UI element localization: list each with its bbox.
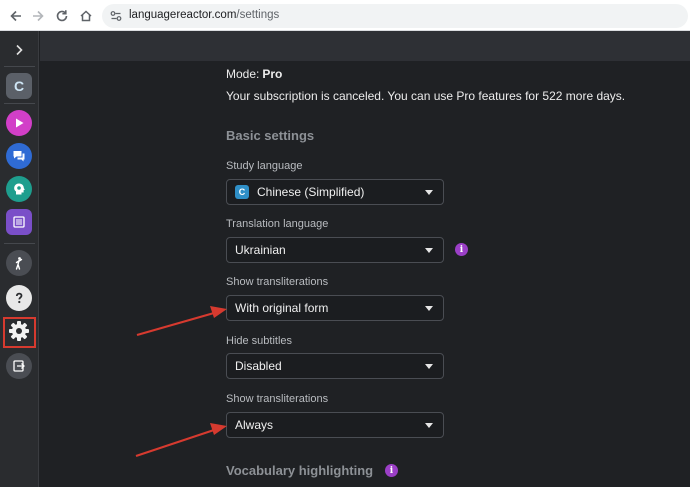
show-transliterations-2-value: Always xyxy=(235,418,274,432)
translation-language-label: Translation language xyxy=(226,218,329,230)
forward-arrow-icon[interactable] xyxy=(28,6,48,26)
chat-bubbles-icon xyxy=(6,143,32,169)
address-bar[interactable]: languagereactor.com/settings xyxy=(102,4,688,28)
logout-button[interactable] xyxy=(5,352,33,380)
dropdown-caret-icon xyxy=(425,423,433,428)
sidebar-divider xyxy=(4,103,35,104)
browser-toolbar: languagereactor.com/settings xyxy=(0,0,690,31)
mode-value: Pro xyxy=(262,67,283,81)
show-transliterations-select[interactable]: With original form xyxy=(226,295,444,321)
play-icon xyxy=(6,110,32,136)
url-text: languagereactor.com/settings xyxy=(129,9,279,21)
sidebar-item-chat[interactable] xyxy=(5,142,33,170)
mode-label: Mode: xyxy=(226,67,260,81)
sidebar-divider xyxy=(4,66,35,67)
settings-highlight-box xyxy=(3,317,36,348)
study-language-button[interactable]: C xyxy=(5,72,33,100)
url-host: languagereactor.com xyxy=(129,9,237,21)
person-walking-icon xyxy=(6,250,32,276)
section-heading-vocabulary: Vocabulary highlighting xyxy=(226,463,374,478)
hide-subtitles-label: Hide subtitles xyxy=(226,335,293,347)
brain-head-icon xyxy=(6,176,32,202)
help-button[interactable] xyxy=(5,284,33,312)
sign-out-icon xyxy=(6,353,32,379)
hide-subtitles-value: Disabled xyxy=(235,359,282,373)
chevron-right-icon xyxy=(16,44,23,56)
vocabulary-info-icon[interactable]: i xyxy=(385,464,398,477)
translation-language-value: Ukrainian xyxy=(235,243,286,257)
sidebar-item-reader[interactable] xyxy=(5,175,33,203)
back-arrow-icon[interactable] xyxy=(6,6,26,26)
study-language-value: Chinese (Simplified) xyxy=(257,185,365,199)
hide-subtitles-select[interactable]: Disabled xyxy=(226,353,444,379)
expand-sidebar-button[interactable] xyxy=(5,36,33,64)
question-mark-icon xyxy=(6,285,32,311)
reload-icon[interactable] xyxy=(52,6,72,26)
sidebar-item-lists[interactable] xyxy=(5,208,33,236)
language-flag-icon: C xyxy=(235,185,249,199)
section-heading-basic-settings: Basic settings xyxy=(226,128,315,143)
list-icon xyxy=(6,209,32,235)
site-settings-icon[interactable] xyxy=(109,9,123,23)
study-language-label: Study language xyxy=(226,160,303,172)
dropdown-caret-icon xyxy=(425,306,433,311)
sidebar-divider xyxy=(4,243,35,244)
page-header-bar xyxy=(40,31,690,61)
show-transliterations-label: Show transliterations xyxy=(226,276,329,288)
subscription-note: Your subscription is canceled. You can u… xyxy=(226,89,626,103)
show-transliterations-value: With original form xyxy=(235,301,329,315)
dropdown-caret-icon xyxy=(425,364,433,369)
dropdown-caret-icon xyxy=(425,248,433,253)
sidebar-item-exercise[interactable] xyxy=(5,249,33,277)
settings-panel: Mode: Pro Your subscription is canceled. … xyxy=(40,61,690,487)
translation-info-icon[interactable]: i xyxy=(455,243,468,256)
language-badge: C xyxy=(6,73,32,99)
sidebar-item-videos[interactable] xyxy=(5,109,33,137)
show-transliterations-2-select[interactable]: Always xyxy=(226,412,444,438)
home-icon[interactable] xyxy=(76,6,96,26)
study-language-select[interactable]: C Chinese (Simplified) xyxy=(226,179,444,205)
account-mode: Mode: Pro xyxy=(226,67,282,81)
sidebar: C xyxy=(0,31,39,487)
dropdown-caret-icon xyxy=(425,190,433,195)
url-path: /settings xyxy=(236,9,280,21)
translation-language-select[interactable]: Ukrainian xyxy=(226,237,444,263)
show-transliterations-2-label: Show transliterations xyxy=(226,393,329,405)
